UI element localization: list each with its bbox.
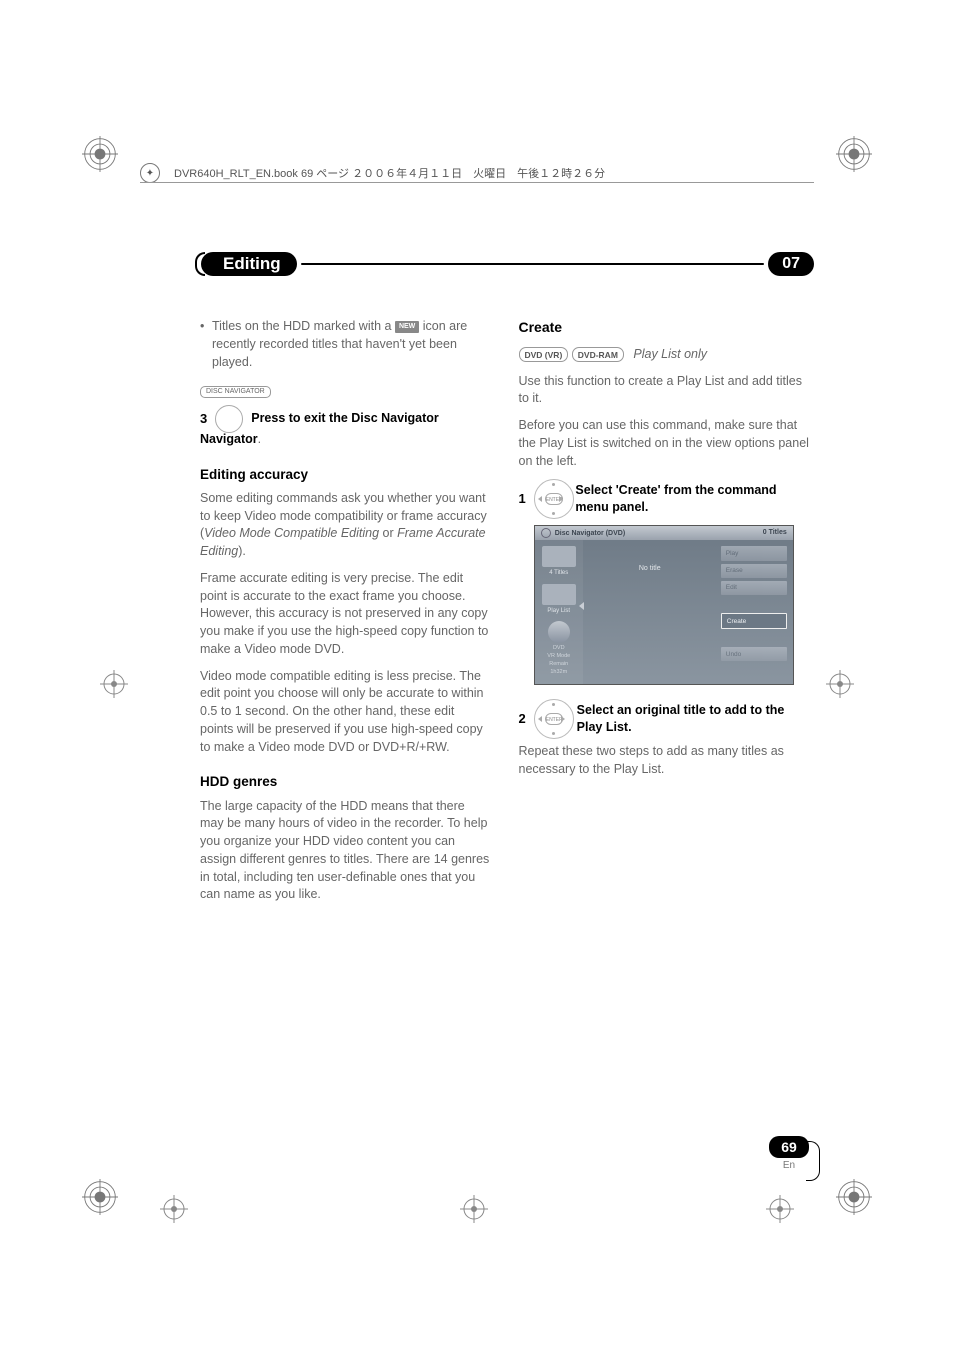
registration-icon — [826, 670, 854, 698]
paragraph: Some editing commands ask you whether yo… — [200, 490, 491, 561]
ui-sidebar: 4 Titles Play List DVD VR Mode Remain 1h… — [535, 540, 583, 684]
step-2: 2 ENTER Select an original title to add … — [519, 699, 810, 739]
heading-hdd-genres: HDD genres — [200, 772, 491, 791]
mode-indicator: DVD VR Mode Remain 1h32m — [547, 621, 570, 676]
crop-mark-icon — [82, 136, 118, 172]
divider — [301, 263, 765, 265]
new-badge-icon: NEW — [395, 321, 419, 333]
paragraph: Repeat these two steps to add as many ti… — [519, 743, 810, 779]
heading-create: Create — [519, 318, 810, 338]
page-lang: En — [769, 1160, 809, 1171]
book-icon: ✦ — [140, 163, 160, 183]
dvd-ram-badge: DVD-RAM — [572, 347, 624, 362]
button-icon — [215, 405, 243, 433]
disc-icon — [541, 528, 551, 538]
crop-mark-icon — [836, 136, 872, 172]
paragraph: Video mode compatible editing is less pr… — [200, 668, 491, 757]
disc-labels: DVD (VR) DVD-RAM Play List only — [519, 346, 810, 364]
chapter-number: 07 — [768, 252, 814, 276]
disc-navigator-screenshot: Disc Navigator (DVD) 0 Titles 4 Titles P… — [534, 525, 794, 685]
step-number: 1 — [519, 490, 526, 508]
bullet-item: Titles on the HDD marked with a NEW icon… — [200, 318, 491, 371]
page-number: 69 — [769, 1136, 809, 1158]
source-text: DVR640H_RLT_EN.book 69 ページ ２００６年４月１１日 火曜… — [174, 165, 605, 181]
playlist-only-note: Play List only — [633, 347, 707, 361]
ui-titlebar: Disc Navigator (DVD) 0 Titles — [535, 526, 793, 540]
navigator-suffix: Navigator — [200, 432, 258, 446]
step-1: 1 ENTER Select 'Create' from the command… — [519, 479, 810, 519]
title-count: 0 Titles — [763, 528, 787, 538]
registration-icon — [460, 1195, 488, 1223]
left-column: Titles on the HDD marked with a NEW icon… — [200, 318, 491, 913]
heading-editing-accuracy: Editing accuracy — [200, 465, 491, 484]
enter-button-icon: ENTER — [534, 699, 569, 739]
source-header: ✦ DVR640H_RLT_EN.book 69 ページ ２００６年４月１１日 … — [140, 155, 814, 191]
menu-edit: Edit — [721, 581, 787, 595]
step-text: Press to exit the Disc Navigator — [251, 410, 439, 428]
divider — [140, 182, 814, 183]
tile-label: Play List — [547, 607, 570, 616]
ui-menu: Play Erase Edit Create Undo — [721, 546, 787, 661]
enter-button-icon: ENTER — [534, 479, 568, 519]
menu-create: Create — [721, 613, 787, 629]
disc-navigator-badge: DISC NAVIGATOR — [200, 386, 271, 398]
ui-center-label: No title — [583, 540, 717, 684]
dvd-vr-badge: DVD (VR) — [519, 347, 569, 362]
registration-icon — [766, 1195, 794, 1223]
paragraph: Before you can use this command, make su… — [519, 417, 810, 470]
mode-dial-icon — [548, 621, 570, 643]
crop-mark-icon — [836, 1179, 872, 1215]
step-text: Select an original title to add to the P… — [577, 702, 809, 738]
registration-icon — [160, 1195, 188, 1223]
chapter-title: Editing — [201, 252, 297, 276]
crop-mark-icon — [82, 1179, 118, 1215]
page-number-badge: 69 En — [769, 1136, 809, 1171]
paragraph: Frame accurate editing is very precise. … — [200, 570, 491, 659]
paragraph: Use this function to create a Play List … — [519, 373, 810, 409]
menu-erase: Erase — [721, 564, 787, 578]
step-number: 2 — [519, 710, 526, 728]
chapter-header: Editing 07 — [195, 252, 814, 276]
paragraph: The large capacity of the HDD means that… — [200, 798, 491, 905]
registration-icon — [100, 670, 128, 698]
step-3: 3 Press to exit the Disc Navigator — [200, 405, 491, 433]
tile-icon — [542, 584, 576, 605]
step-text: Select 'Create' from the command menu pa… — [575, 482, 809, 518]
menu-play: Play — [721, 546, 787, 560]
tile-icon — [542, 546, 576, 567]
step-number: 3 — [200, 410, 207, 428]
tab-stub-icon — [806, 1141, 820, 1181]
menu-undo: Undo — [721, 647, 787, 661]
right-column: Create DVD (VR) DVD-RAM Play List only U… — [519, 318, 810, 913]
tile-label: 4 Titles — [549, 569, 568, 578]
